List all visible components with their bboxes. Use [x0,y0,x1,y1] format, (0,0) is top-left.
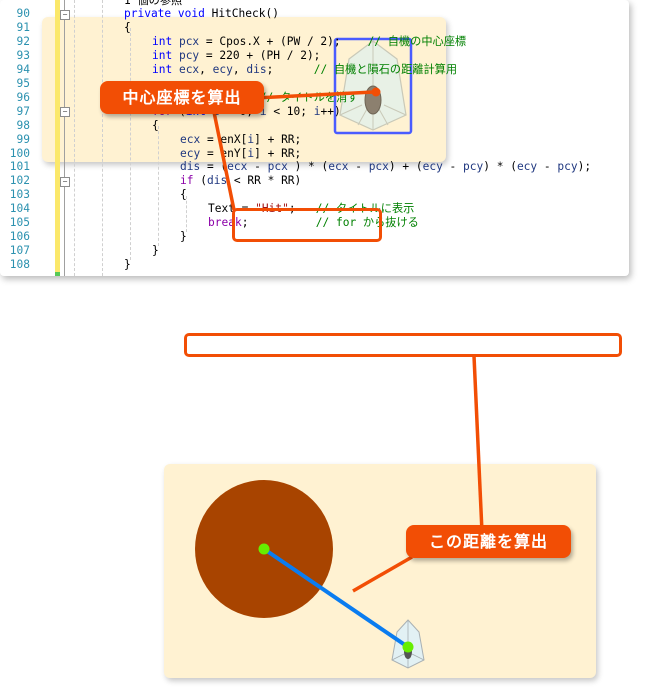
connector-line [254,90,375,100]
connector-line [472,355,484,533]
connector-line [212,111,236,211]
connector-line [352,555,413,593]
distance-callout: この距離を算出 [406,525,571,558]
center-callout: 中心座標を算出 [100,81,264,114]
